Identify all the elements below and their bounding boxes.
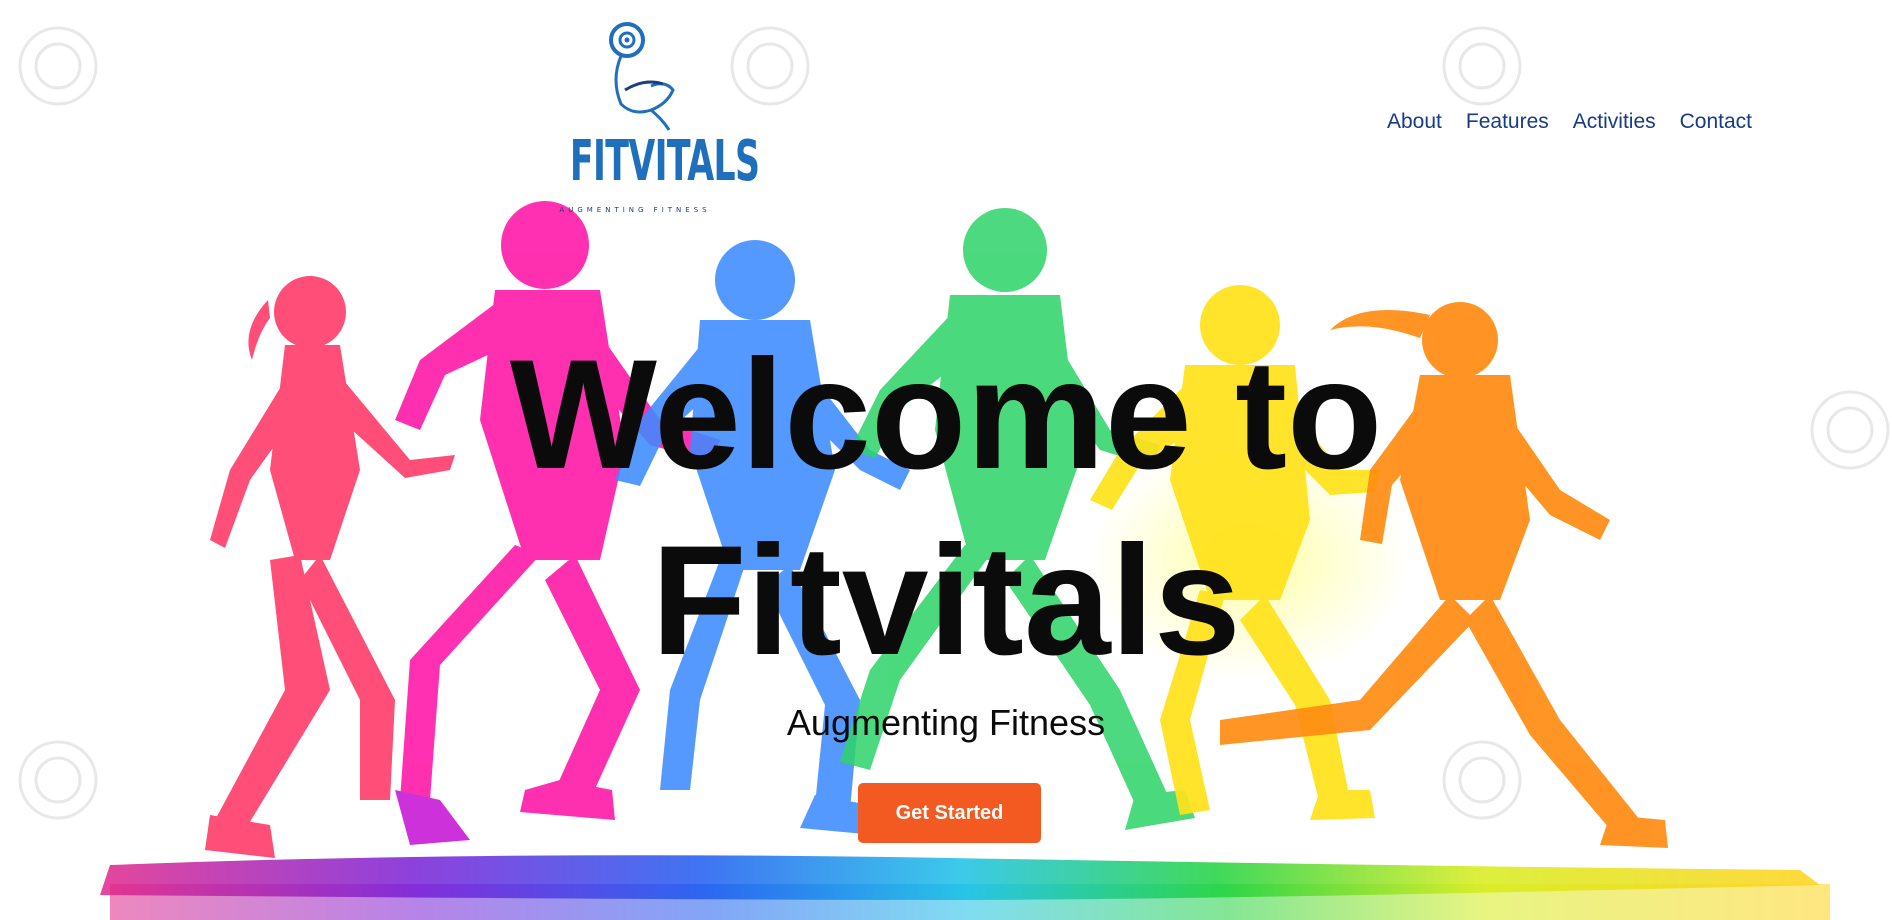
dumbbell-arm-icon [609,22,675,131]
nav-link-about[interactable]: About [1375,110,1454,134]
hero-title: Welcome to Fitvitals [0,322,1892,694]
main-nav: About Features Activities Contact [1375,110,1764,134]
brand-logo[interactable]: FITVITALS Augmenting Fitness [530,20,760,220]
hero-title-line-1: Welcome to [509,328,1383,502]
nav-link-features[interactable]: Features [1454,110,1561,134]
nav-link-activities[interactable]: Activities [1561,110,1668,134]
landing-page: FITVITALS Augmenting Fitness About Featu… [0,0,1892,920]
hero-title-line-2: Fitvitals [651,514,1241,688]
brand-tagline: Augmenting Fitness [559,206,711,214]
hero-subtitle: Augmenting Fitness [786,702,1106,743]
nav-link-contact[interactable]: Contact [1668,110,1764,134]
brand-name: FITVITALS [569,129,760,194]
get-started-button[interactable]: Get Started [858,783,1041,843]
